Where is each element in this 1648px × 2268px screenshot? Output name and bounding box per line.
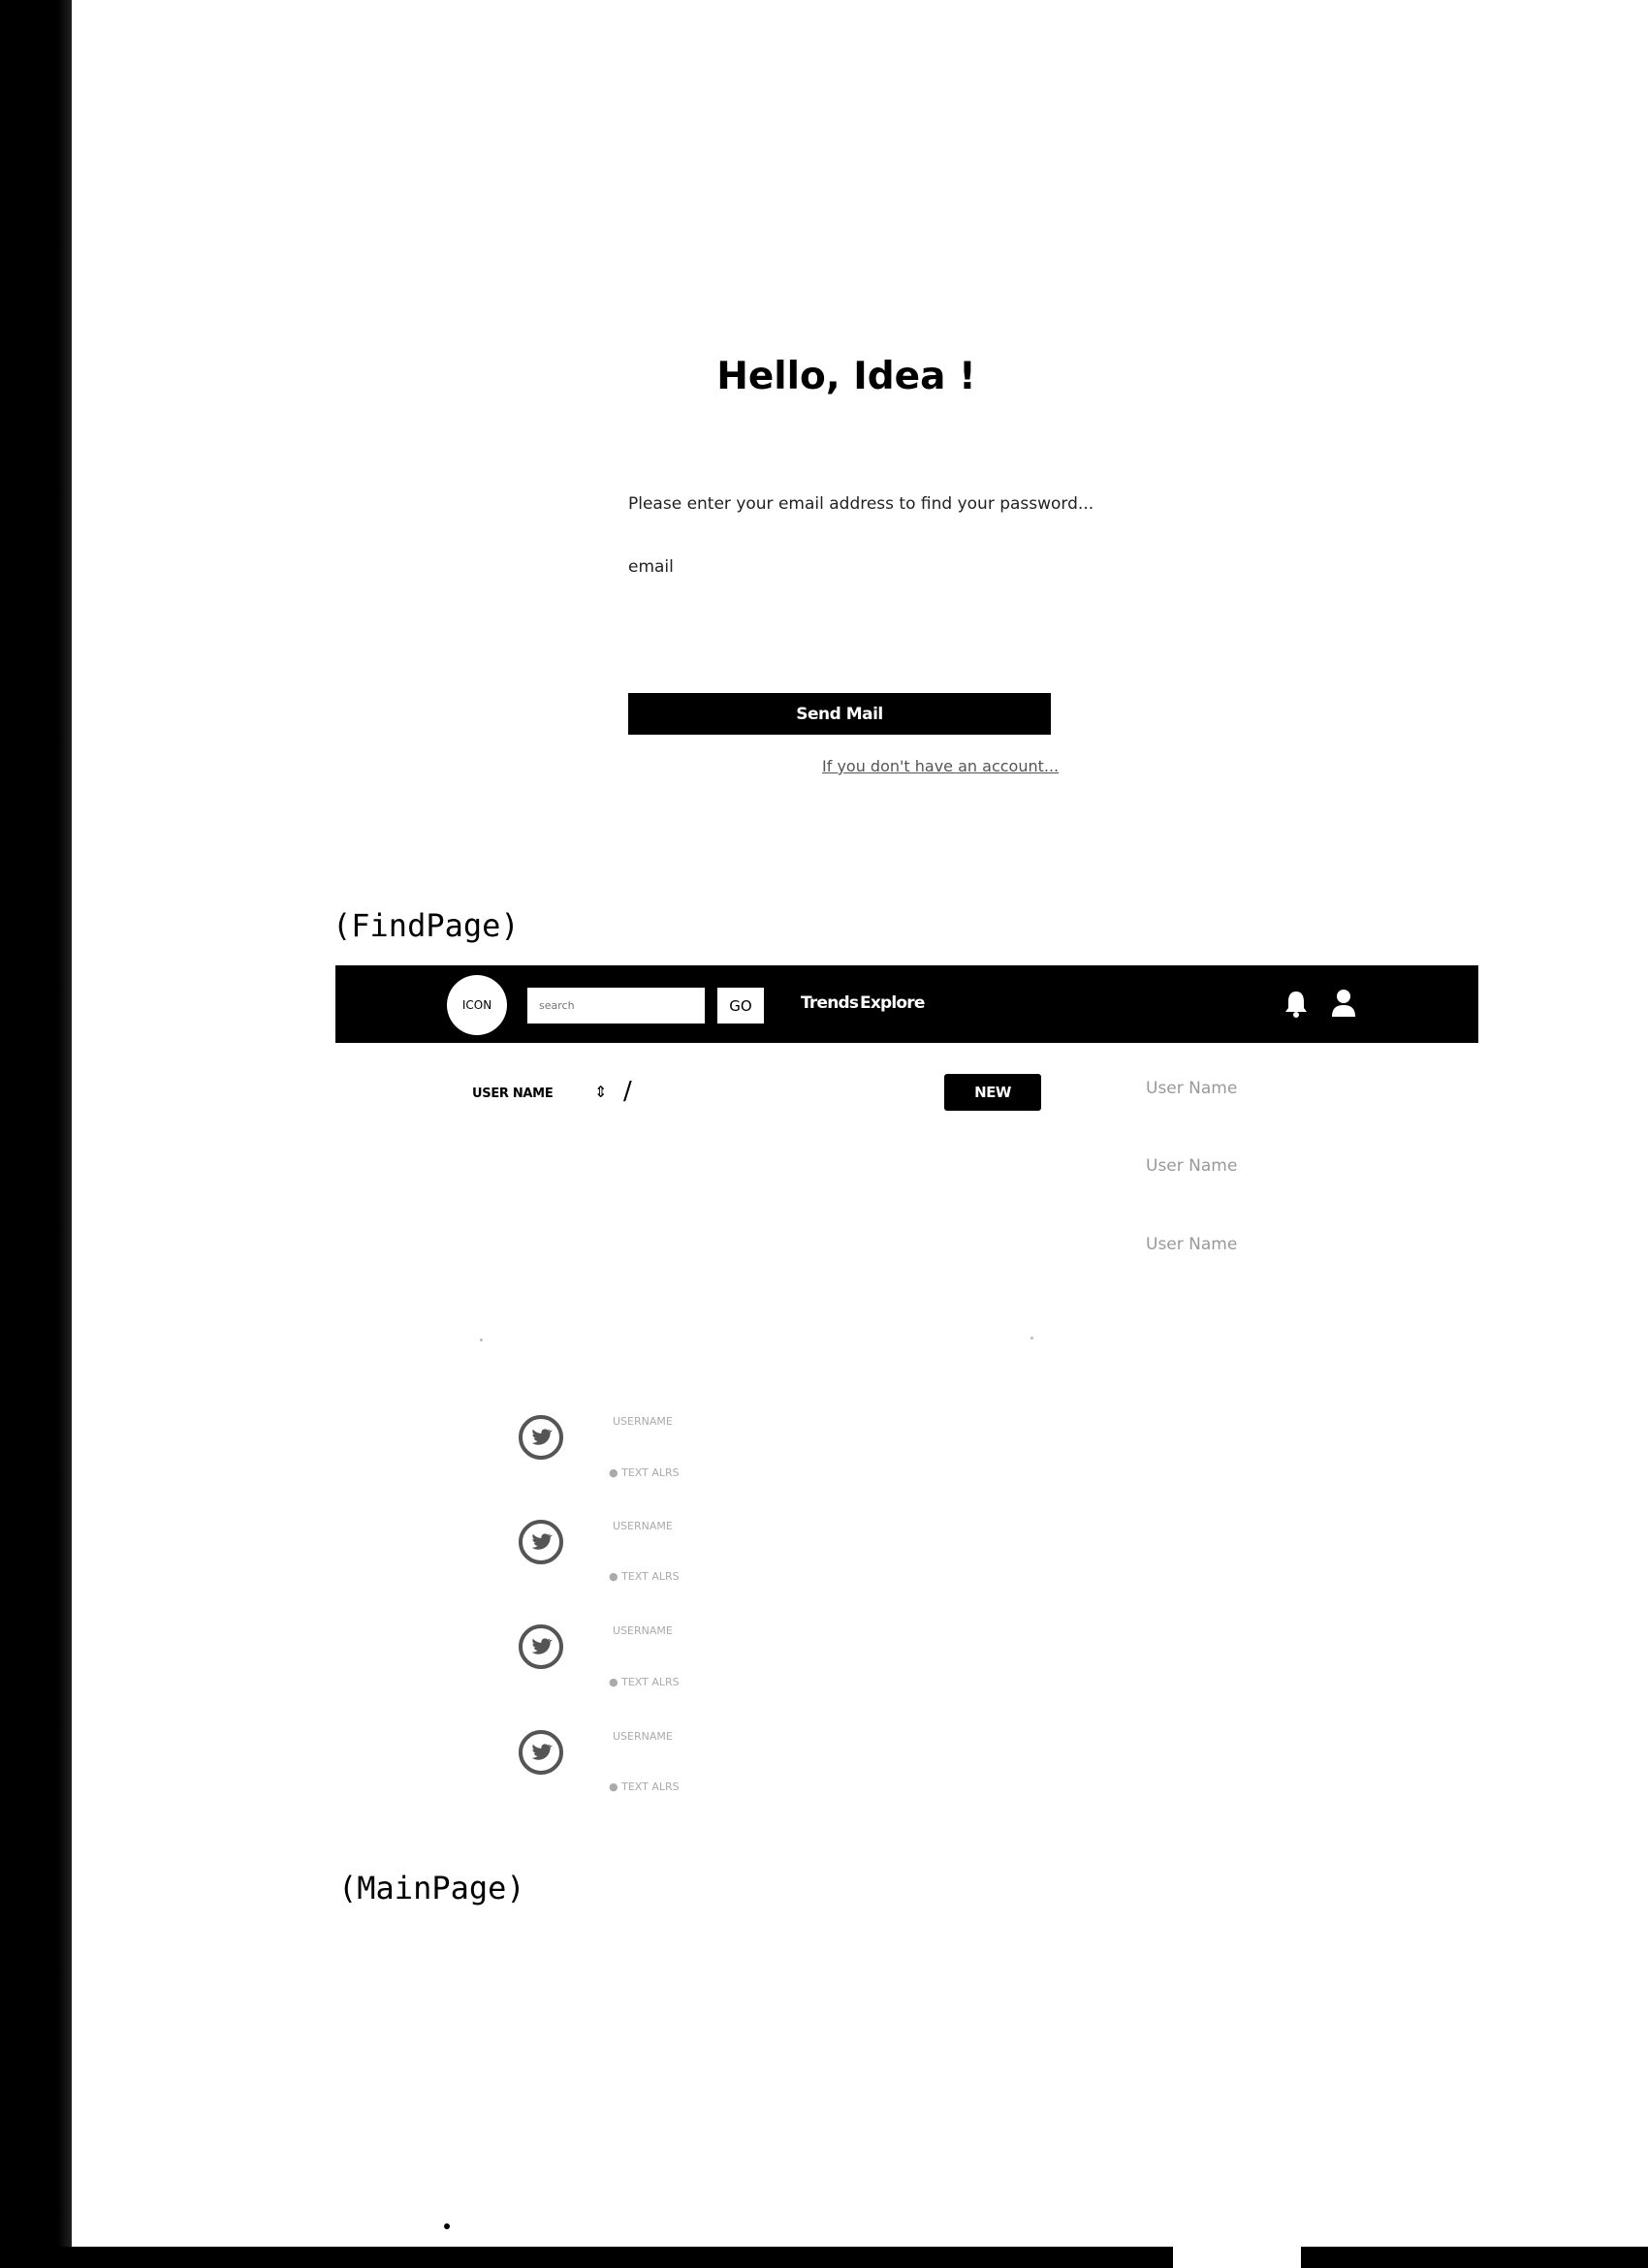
bird-icon <box>531 1533 553 1550</box>
nav-link-explore[interactable]: Explore <box>860 993 925 1013</box>
logo-button[interactable]: ICON <box>447 975 507 1035</box>
suggested-user[interactable]: User Name <box>1146 1235 1237 1254</box>
feed-username: USERNAME <box>613 1624 673 1637</box>
email-label: email <box>628 557 674 577</box>
scan-speck <box>444 2223 450 2229</box>
main-page-caption: (MainPage) <box>338 1870 525 1906</box>
divider-dot <box>1030 1337 1033 1339</box>
signup-link[interactable]: If you don't have an account... <box>822 757 1059 775</box>
suggested-user[interactable]: User Name <box>1146 1156 1237 1176</box>
feed-username: USERNAME <box>613 1730 673 1743</box>
bird-icon <box>531 1744 553 1760</box>
feed-username: USERNAME <box>613 1520 673 1532</box>
avatar[interactable] <box>519 1730 563 1775</box>
scan-bottom-edge-left <box>0 2247 1173 2268</box>
feed-meta: ● TEXT ALRS <box>609 1676 680 1688</box>
find-page-subtitle: Please enter your email address to find … <box>628 494 1094 514</box>
divider-dot <box>480 1339 483 1341</box>
bell-icon[interactable] <box>1284 990 1309 1019</box>
user-icon[interactable] <box>1330 988 1357 1019</box>
post-input[interactable] <box>650 1080 935 1111</box>
composer-username: USER NAME <box>472 1087 554 1101</box>
new-post-button[interactable]: NEW <box>944 1074 1041 1111</box>
feed-username: USERNAME <box>613 1415 673 1428</box>
feed-meta: ● TEXT ALRS <box>609 1780 680 1793</box>
bird-icon <box>531 1638 553 1654</box>
avatar[interactable] <box>519 1624 563 1669</box>
go-button[interactable]: GO <box>717 988 764 1024</box>
find-page-title: Hello, Idea ! <box>716 355 976 398</box>
scan-bottom-edge-right <box>1301 2247 1648 2268</box>
find-page-caption: (FindPage) <box>333 907 520 944</box>
sort-updown-icon[interactable]: ⇕ <box>594 1083 607 1101</box>
search-input[interactable] <box>527 988 705 1024</box>
send-mail-button[interactable]: Send Mail <box>628 693 1051 735</box>
suggested-user[interactable]: User Name <box>1146 1079 1237 1098</box>
composer-separator: / <box>623 1077 632 1106</box>
email-field[interactable] <box>628 582 1055 628</box>
scan-left-edge <box>0 0 72 2268</box>
avatar[interactable] <box>519 1520 563 1564</box>
nav-link-trends[interactable]: Trends <box>801 993 859 1013</box>
bird-icon <box>531 1429 553 1445</box>
feed-meta: ● TEXT ALRS <box>609 1466 680 1479</box>
avatar[interactable] <box>519 1415 563 1460</box>
feed-meta: ● TEXT ALRS <box>609 1570 680 1583</box>
